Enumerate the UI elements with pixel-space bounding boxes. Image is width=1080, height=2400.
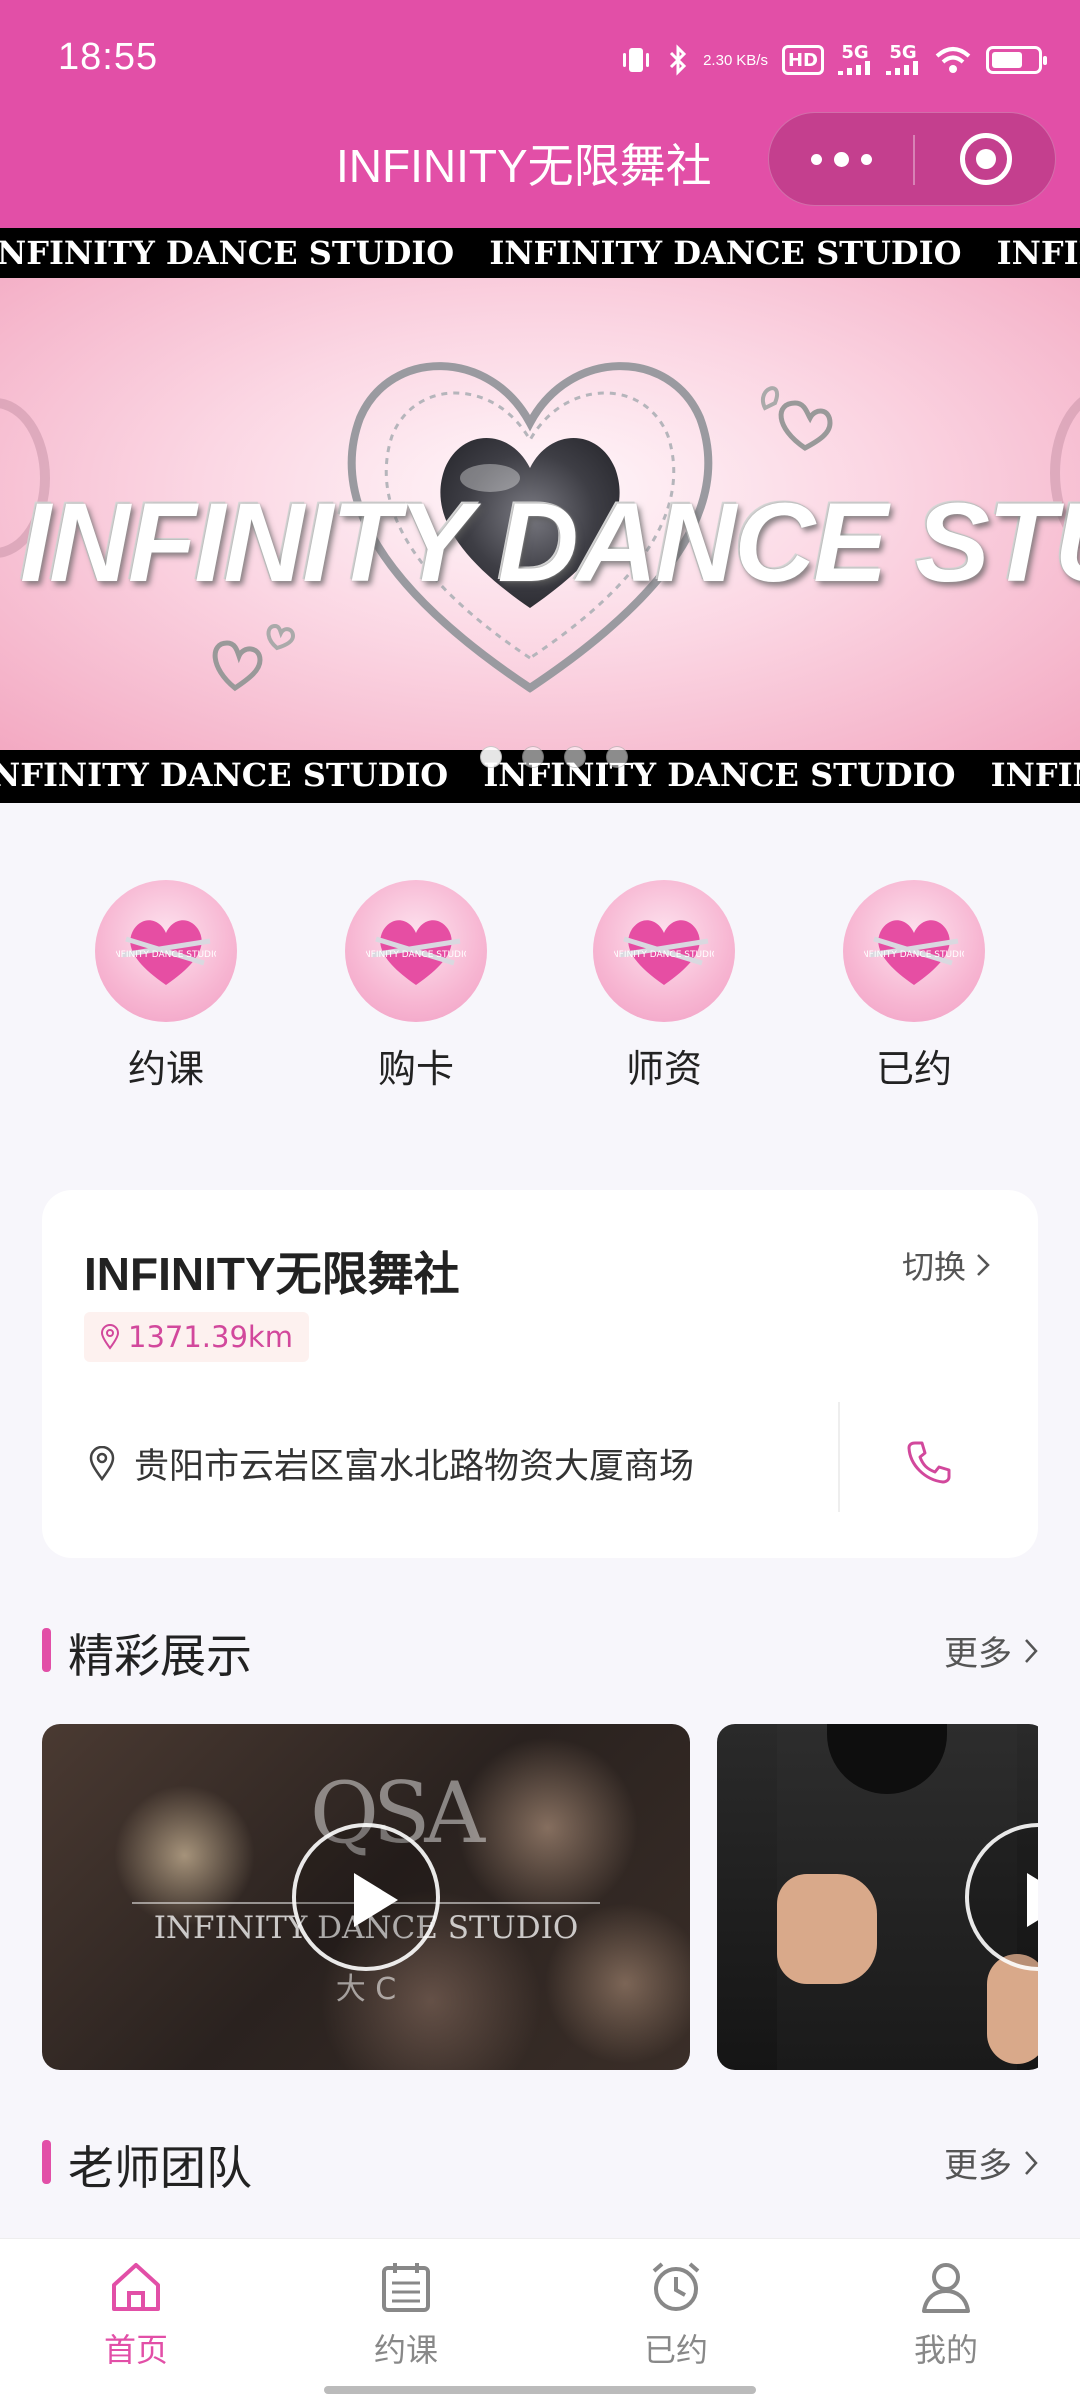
more-label: 更多 — [944, 2146, 1012, 2186]
quick-entry-teachers[interactable]: INFINITY DANCE STUDIO 师资 — [574, 880, 754, 1093]
small-heart-graphic — [761, 386, 833, 451]
tab-label: 约课 — [373, 2331, 438, 2369]
tab-label: 我的 — [913, 2331, 978, 2369]
ticker-text: INFINITY DANCE STUDIO — [990, 756, 1080, 794]
section-title: 老师团队 — [68, 2141, 252, 2195]
section-accent-bar — [42, 1628, 51, 1672]
signal-icon-2: 5G — [886, 44, 920, 75]
address-row[interactable]: 贵阳市云岩区富水北路物资大厦商场 — [88, 1438, 694, 1489]
showcase-section-header: 精彩展示 更多 — [42, 1618, 1038, 1683]
studio-address: 贵阳市云岩区富水北路物资大厦商场 — [134, 1447, 695, 1487]
switch-label: 切换 — [901, 1248, 966, 1286]
heart-logo-icon: INFINITY DANCE STUDIO — [843, 880, 985, 1022]
banner-ticker-top: INFINITY DANCE STUDIO INFINITY DANCE STU… — [0, 228, 1080, 278]
wifi-icon — [934, 45, 972, 75]
phone-icon — [907, 1441, 951, 1484]
status-icons: 2.30 KB/s HD 5G 5G — [619, 38, 1047, 82]
svg-text:INFINITY DANCE STUDIO: INFINITY DANCE STUDIO — [116, 950, 216, 960]
svg-text:INFINITY DANCE STUDIO: INFINITY DANCE STUDIO — [864, 950, 964, 960]
banner-title: INFINITY DANCE STUDIO — [20, 480, 1080, 605]
distance-text: 1371.39km — [128, 1320, 293, 1354]
battery-icon — [986, 46, 1047, 74]
call-button[interactable] — [888, 1422, 968, 1502]
studio-info-card: INFINITY无限舞社 切换 1371.39km 贵阳市云岩区富水北路物资大厦… — [42, 1190, 1038, 1558]
section-accent-bar — [42, 2140, 51, 2184]
switch-studio-button[interactable]: 切换 — [902, 1242, 990, 1288]
calendar-icon — [382, 2263, 430, 2312]
ticker-text: INFINITY DANCE STUDIO — [996, 234, 1080, 272]
tab-booked[interactable]: 已约 — [596, 2259, 756, 2371]
quick-entry-label: 约课 — [127, 1047, 204, 1091]
home-indicator[interactable] — [324, 2386, 756, 2394]
distance-badge: 1371.39km — [84, 1312, 309, 1362]
video-card[interactable] — [717, 1724, 1038, 2070]
video-thumbnail-figure — [777, 1874, 877, 1984]
tab-mine[interactable]: 我的 — [866, 2259, 1026, 2371]
location-pin-icon — [100, 1324, 120, 1350]
heart-logo-icon: INFINITY DANCE STUDIO — [95, 880, 237, 1022]
user-icon — [922, 2263, 970, 2313]
chevron-right-icon — [1025, 1638, 1038, 1663]
tab-home[interactable]: 首页 — [56, 2259, 216, 2371]
ticker-text: INFINITY DANCE STUDIO — [489, 234, 962, 272]
chevron-right-icon — [977, 1254, 990, 1276]
more-options-button[interactable] — [769, 113, 913, 205]
showcase-video-list: QSA INFINITY DANCE STUDIO 大 C — [42, 1724, 1038, 2070]
studio-name: INFINITY无限舞社 — [84, 1248, 460, 1300]
carousel-dot[interactable] — [606, 746, 628, 768]
heart-logo-icon: INFINITY DANCE STUDIO — [593, 880, 735, 1022]
dot-icon — [860, 153, 872, 165]
network-speed: 2.30 — [703, 51, 733, 69]
small-heart-graphic — [212, 623, 296, 692]
tab-label: 已约 — [643, 2331, 708, 2369]
play-icon[interactable] — [292, 1823, 440, 1971]
hd-icon: HD — [781, 45, 824, 75]
carousel-dot[interactable] — [480, 746, 502, 768]
svg-text:INFINITY DANCE STUDIO: INFINITY DANCE STUDIO — [614, 950, 714, 960]
quick-entry-booked[interactable]: INFINITY DANCE STUDIO 已约 — [824, 880, 1004, 1093]
tab-book-class[interactable]: 约课 — [326, 2259, 486, 2371]
mini-program-capsule — [768, 112, 1056, 206]
home-icon — [112, 2263, 160, 2311]
showcase-more-button[interactable]: 更多 — [944, 1626, 1038, 1675]
page-title: INFINITY无限舞社 — [336, 140, 712, 192]
vibrate-icon — [619, 45, 653, 75]
ticker-text: INFINITY DANCE STUDIO — [0, 234, 455, 272]
carousel-indicator — [480, 746, 628, 768]
carousel-dot[interactable] — [564, 746, 586, 768]
alarm-clock-icon — [652, 2262, 700, 2311]
heart-logo-icon: INFINITY DANCE STUDIO — [345, 880, 487, 1022]
tab-label: 首页 — [103, 2331, 168, 2369]
signal-icon-1: 5G — [838, 44, 872, 75]
dot-icon — [833, 151, 849, 167]
bottom-tab-bar: 首页 约课 已约 我的 — [0, 2238, 1080, 2400]
bluetooth-icon — [667, 44, 689, 76]
card-divider — [838, 1402, 840, 1512]
location-pin-icon — [89, 1445, 115, 1481]
target-icon — [960, 133, 1012, 185]
teachers-section-header: 老师团队 更多 — [42, 2130, 1038, 2195]
quick-entry-book-class[interactable]: INFINITY DANCE STUDIO 约课 — [76, 880, 256, 1093]
svg-text:INFINITY DANCE STUDIO: INFINITY DANCE STUDIO — [366, 950, 466, 960]
network-speed-unit: KB/s — [736, 51, 768, 69]
quick-entry-buy-card[interactable]: INFINITY DANCE STUDIO 购卡 — [326, 880, 506, 1093]
ticker-text: INFINITY DANCE STUDIO — [0, 756, 449, 794]
status-time: 18:55 — [58, 36, 159, 78]
more-label: 更多 — [944, 1634, 1012, 1674]
chevron-right-icon — [1025, 2150, 1038, 2175]
quick-entry-label: 购卡 — [377, 1047, 454, 1091]
video-card[interactable]: QSA INFINITY DANCE STUDIO 大 C — [42, 1724, 690, 2070]
section-title: 精彩展示 — [68, 1629, 252, 1683]
close-mini-program-button[interactable] — [915, 113, 1057, 205]
carousel-dot[interactable] — [522, 746, 544, 768]
quick-entry-label: 已约 — [875, 1047, 952, 1091]
dot-icon — [810, 153, 822, 165]
top-header: 18:55 2.30 KB/s HD 5G 5G INFINITY无限舞社 — [0, 0, 1080, 228]
banner-carousel[interactable]: INFINITY DANCE STUDIO INFINITY DANCE STU… — [0, 228, 1080, 803]
quick-entry-row: INFINITY DANCE STUDIO 约课 INFINITY DANCE … — [0, 880, 1080, 1093]
banner-image: INFINITY DANCE STUDIO — [0, 278, 1080, 750]
quick-entry-label: 师资 — [625, 1047, 702, 1091]
teachers-more-button[interactable]: 更多 — [944, 2138, 1038, 2187]
